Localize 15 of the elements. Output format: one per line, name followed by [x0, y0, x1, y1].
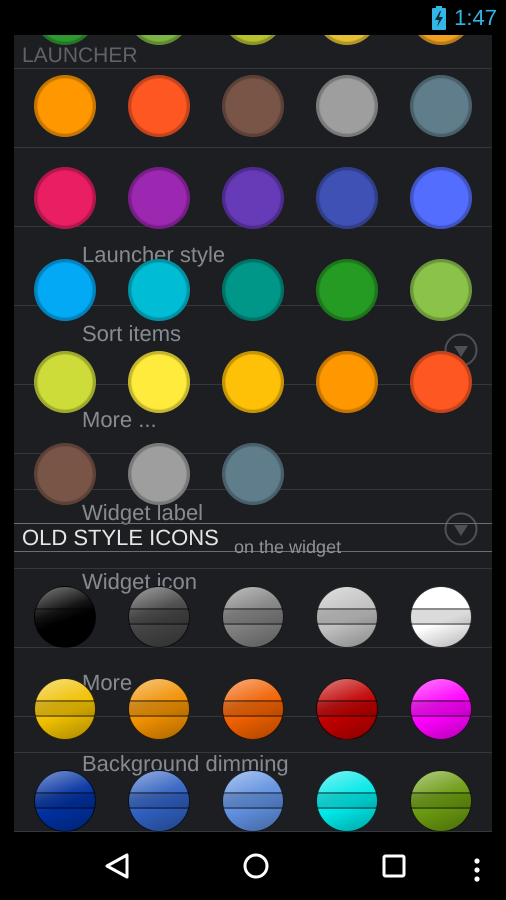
home-icon: [243, 853, 269, 879]
setting-title[interactable]: More ...: [82, 409, 157, 431]
setting-title[interactable]: More: [82, 672, 132, 694]
status-time: 1:47: [454, 4, 497, 30]
section-header: LAUNCHER: [22, 45, 138, 67]
section-title: OLD STYLE ICONS: [22, 524, 219, 550]
setting-title[interactable]: Launcher style: [82, 244, 226, 266]
recents-icon: [382, 854, 406, 878]
more-icon: [474, 858, 480, 882]
setting-title[interactable]: Widget label: [82, 502, 342, 524]
dropdown-icon[interactable]: [444, 512, 478, 546]
battery-charging-icon: [432, 6, 446, 30]
setting-title[interactable]: Background dimming: [82, 753, 289, 775]
setting-title[interactable]: Sort items: [82, 323, 182, 345]
back-icon: [104, 852, 130, 880]
